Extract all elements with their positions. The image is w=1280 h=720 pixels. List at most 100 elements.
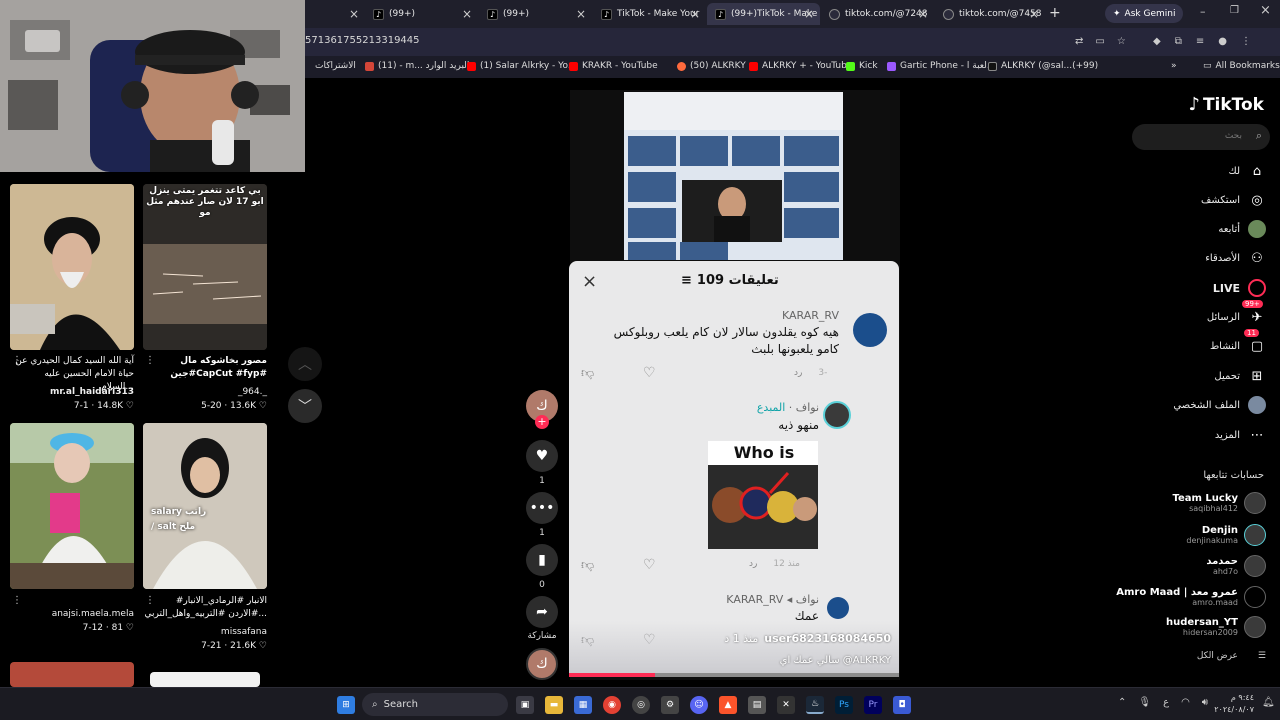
video-author[interactable]: missafana (143, 627, 267, 637)
microphone-icon[interactable]: 🎙︎ (1138, 697, 1151, 708)
video-thumbnail[interactable] (10, 184, 134, 350)
extensions-icon[interactable]: ⧉ (1175, 36, 1182, 47)
tab-1[interactable]: ♪ (99+) × (365, 3, 478, 25)
heart-icon[interactable]: ♡ (643, 557, 656, 573)
more-options-icon[interactable]: ⋮ (12, 595, 22, 606)
reply-button[interactable]: رد (749, 559, 757, 569)
nav-live[interactable]: LIVE (1213, 279, 1266, 297)
tab-0[interactable]: × (305, 3, 365, 25)
bookmark-item[interactable]: ALKRKY (@sal...(+99) (988, 61, 1098, 71)
bookmark-star-icon[interactable]: ☆ (1117, 36, 1126, 47)
tiktok-logo[interactable]: ♪ TikTok (1188, 94, 1264, 115)
nav-more[interactable]: المزيد ⋯ (1215, 426, 1266, 444)
notifications-icon[interactable]: 🔔︎ (1262, 697, 1275, 708)
ask-gemini-button[interactable]: ✦ Ask Gemini (1105, 4, 1184, 23)
comment-username[interactable]: نواف (796, 401, 819, 414)
tab-close-icon[interactable]: × (462, 7, 472, 21)
reply-button[interactable]: رد (794, 368, 802, 378)
commenter-avatar[interactable] (823, 401, 851, 429)
tray-chevron-icon[interactable]: ⌃ (1118, 697, 1126, 708)
bookmark-item[interactable]: (1) Salar Alkrky - Yo... (467, 61, 576, 71)
discord-icon[interactable]: ☺ (690, 696, 708, 714)
bookmark-item[interactable]: Gartic Phone - لعبة ا... (887, 61, 995, 71)
tab-close-icon[interactable]: × (349, 7, 359, 21)
volume-icon[interactable]: 🔊︎ (1202, 697, 1208, 708)
tab-4-active[interactable]: ♪ (99+)TikTok - Make × (707, 3, 820, 25)
sort-icon[interactable]: ≡ (681, 273, 692, 288)
bookmark-item[interactable]: الاشتراكات (315, 61, 356, 71)
nav-explore[interactable]: استكشف ◎ (1201, 191, 1266, 209)
store-icon[interactable]: ▦ (574, 696, 592, 714)
language-indicator[interactable]: ع (1163, 697, 1169, 708)
translate-icon[interactable]: ⇄ (1075, 36, 1083, 47)
nav-for-you[interactable]: لك ⌂ (1229, 162, 1266, 180)
more-options-icon[interactable]: ⋮ (12, 355, 22, 366)
nav-following[interactable]: أتابعه (1218, 220, 1266, 238)
following-account[interactable]: Amro Maad | عمرو معد amro.maad (1116, 586, 1266, 608)
video-thumbnail[interactable] (10, 662, 134, 687)
obs-icon[interactable]: ◎ (632, 696, 650, 714)
menu-icon[interactable]: ⋮ (1241, 36, 1251, 47)
wifi-icon[interactable]: ◠ (1181, 697, 1190, 708)
settings-icon[interactable]: ⚙ (661, 696, 679, 714)
media-icon[interactable]: ≡ (1196, 36, 1204, 47)
windows-start-icon[interactable]: ⊞ (337, 696, 355, 714)
video-frame[interactable] (624, 92, 843, 260)
close-window-icon[interactable]: × (1260, 3, 1271, 18)
taskbar-search[interactable]: ⌕ Search (362, 693, 508, 716)
previous-video-button[interactable]: ︿ (288, 347, 322, 381)
commenter-avatar[interactable] (853, 313, 887, 347)
bookmark-item[interactable]: (11) - m... البريد الوارد (365, 61, 469, 71)
caption-author[interactable]: user6823168084650 (764, 632, 891, 645)
capcut-icon[interactable]: ✕ (777, 696, 795, 714)
see-all-link[interactable]: عرض الكل ☰ (1197, 651, 1266, 661)
task-view-icon[interactable]: ▣ (516, 696, 534, 714)
tab-close-icon[interactable]: × (576, 7, 586, 21)
steam-icon[interactable]: ♨ (806, 696, 824, 714)
comment-image[interactable]: Who is this? (708, 441, 818, 549)
premiere-icon[interactable]: Pr (864, 696, 882, 714)
search-box[interactable]: بحث ⌕ (1132, 124, 1270, 150)
tab-close-icon[interactable]: × (690, 7, 700, 21)
nav-messages[interactable]: الرسائل ✈ 99+ (1207, 300, 1266, 326)
url-field[interactable]: 571361755213319445 (305, 35, 420, 46)
search-icon[interactable]: ⌕ (1256, 129, 1262, 143)
comment-username[interactable]: KARAR_RV ◂ نواف (699, 593, 819, 606)
restore-icon[interactable]: ❐ (1230, 5, 1239, 16)
nav-upload[interactable]: تحميل ⊞ (1214, 367, 1266, 385)
file-explorer-icon[interactable]: ▬ (545, 696, 563, 714)
dislike-icon[interactable]: 👎︎ (581, 366, 594, 381)
video-thumbnail[interactable] (10, 423, 134, 589)
tab-close-icon[interactable]: × (1029, 7, 1039, 21)
video-thumbnail[interactable] (150, 672, 260, 687)
tab-6[interactable]: tiktok.com/@7458 × (935, 3, 1045, 25)
all-bookmarks[interactable]: ▭ All Bookmarks (1203, 61, 1280, 71)
following-account[interactable]: Team Lucky saqibhal412 (1172, 492, 1266, 514)
more-options-icon[interactable]: ⋮ (145, 595, 155, 606)
tab-close-icon[interactable]: × (918, 7, 928, 21)
video-progress-track[interactable] (569, 673, 899, 677)
following-account[interactable]: hudersan_YT hidersan2009 (1166, 616, 1266, 638)
app-icon[interactable]: ◘ (893, 696, 911, 714)
video-thumbnail[interactable]: salary راتب / salt ملح (143, 423, 267, 589)
share-button[interactable]: ➦ (526, 596, 558, 628)
new-tab-button[interactable]: + (1049, 5, 1061, 21)
heart-icon[interactable]: ♡ (643, 365, 656, 381)
like-button[interactable]: ♥ (526, 440, 558, 472)
comment-username[interactable]: KARAR_RV (769, 309, 839, 322)
next-video-button[interactable]: ﹀ (288, 389, 322, 423)
bookmark-item[interactable]: KRAKR - YouTube (569, 61, 658, 71)
save-button[interactable]: ▮ (526, 544, 558, 576)
tab-close-icon[interactable]: × (804, 7, 814, 21)
app-icon[interactable]: ▤ (748, 696, 766, 714)
profile-avatar-icon[interactable]: ● (1218, 36, 1227, 47)
nav-profile[interactable]: الملف الشخصي (1173, 396, 1266, 414)
minimize-icon[interactable]: – (1200, 5, 1206, 18)
bookmark-item[interactable]: Kick (846, 61, 878, 71)
video-author[interactable]: mr.al_haidari313 (10, 387, 134, 397)
dislike-icon[interactable]: 👎︎ (581, 558, 594, 573)
tab-3[interactable]: ♪ TikTok - Make Your × (593, 3, 706, 25)
cast-icon[interactable]: ▭ (1095, 36, 1104, 47)
following-account[interactable]: Denjin denjinakuma (1186, 524, 1266, 546)
photoshop-icon[interactable]: Ps (835, 696, 853, 714)
